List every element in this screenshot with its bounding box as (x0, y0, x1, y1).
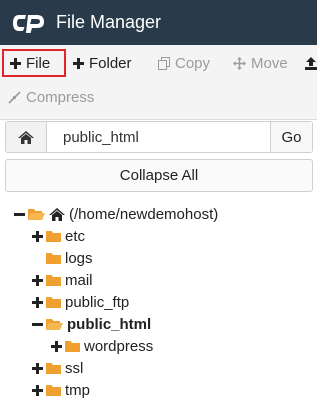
folder-icon (46, 230, 61, 242)
new-file-button[interactable]: File (2, 49, 66, 77)
tree-root-label: (/home/newdemohost) (69, 205, 219, 223)
tree-item-public-ftp[interactable]: public_ftp (32, 292, 129, 312)
home-icon (49, 207, 65, 221)
compress-icon (8, 90, 21, 104)
tree-item-label: mail (65, 271, 93, 289)
home-icon (18, 130, 34, 144)
toolbar: File Folder Copy Move Compress (0, 45, 317, 120)
tree-item-etc[interactable]: etc (32, 226, 85, 246)
move-label: Move (251, 54, 288, 72)
cpanel-logo (12, 11, 46, 35)
go-button[interactable]: Go (270, 122, 312, 152)
move-button[interactable]: Move (233, 50, 288, 76)
folder-icon (46, 274, 61, 286)
plus-icon (73, 57, 84, 69)
new-file-label: File (26, 54, 51, 72)
folder-icon (46, 296, 61, 308)
open-folder-icon (46, 318, 63, 331)
new-folder-label: Folder (89, 54, 132, 72)
tree-item-label: etc (65, 227, 86, 245)
minus-icon[interactable] (14, 209, 25, 220)
tree-item-mail[interactable]: mail (32, 270, 93, 290)
plus-icon[interactable] (32, 230, 43, 242)
more-toolbar-button[interactable] (305, 50, 320, 76)
app-header: File Manager (0, 0, 317, 45)
tree-item-tmp[interactable]: tmp (32, 380, 90, 400)
open-folder-icon (28, 208, 45, 221)
folder-icon (65, 340, 80, 352)
copy-label: Copy (175, 54, 211, 72)
compress-button[interactable]: Compress (8, 84, 94, 110)
folder-icon (46, 384, 61, 396)
folder-icon (46, 252, 61, 264)
plus-icon[interactable] (32, 362, 43, 374)
folder-icon (46, 362, 61, 374)
path-bar: Go (5, 121, 313, 153)
plus-icon (10, 57, 21, 69)
tree-item-label: tmp (65, 381, 91, 399)
app-title: File Manager (56, 12, 162, 32)
path-input[interactable] (47, 122, 270, 152)
tree-item-label: ssl (65, 359, 84, 377)
tree-item-label: public_ftp (65, 293, 130, 311)
tree-item-label: wordpress (84, 337, 154, 355)
move-icon (233, 56, 246, 70)
copy-button[interactable]: Copy (158, 50, 210, 76)
tree-item-ssl[interactable]: ssl (32, 358, 83, 378)
home-button[interactable] (6, 122, 47, 152)
minus-icon[interactable] (32, 319, 43, 330)
tree-root[interactable]: (/home/newdemohost) (14, 204, 218, 224)
copy-icon (158, 56, 170, 70)
plus-icon[interactable] (32, 384, 43, 396)
tree-item-wordpress[interactable]: wordpress (51, 336, 153, 356)
plus-icon[interactable] (51, 340, 62, 352)
tree-item-logs[interactable]: logs (46, 248, 93, 268)
tree-item-label: public_html (67, 315, 152, 333)
tree-item-label: logs (65, 249, 93, 267)
collapse-all-button[interactable]: Collapse All (5, 159, 313, 192)
plus-icon[interactable] (32, 296, 43, 308)
plus-icon[interactable] (32, 274, 43, 286)
new-folder-button[interactable]: Folder (73, 50, 132, 76)
upload-icon (305, 56, 317, 70)
compress-label: Compress (26, 88, 95, 106)
tree-item-public-html[interactable]: public_html (32, 314, 151, 334)
